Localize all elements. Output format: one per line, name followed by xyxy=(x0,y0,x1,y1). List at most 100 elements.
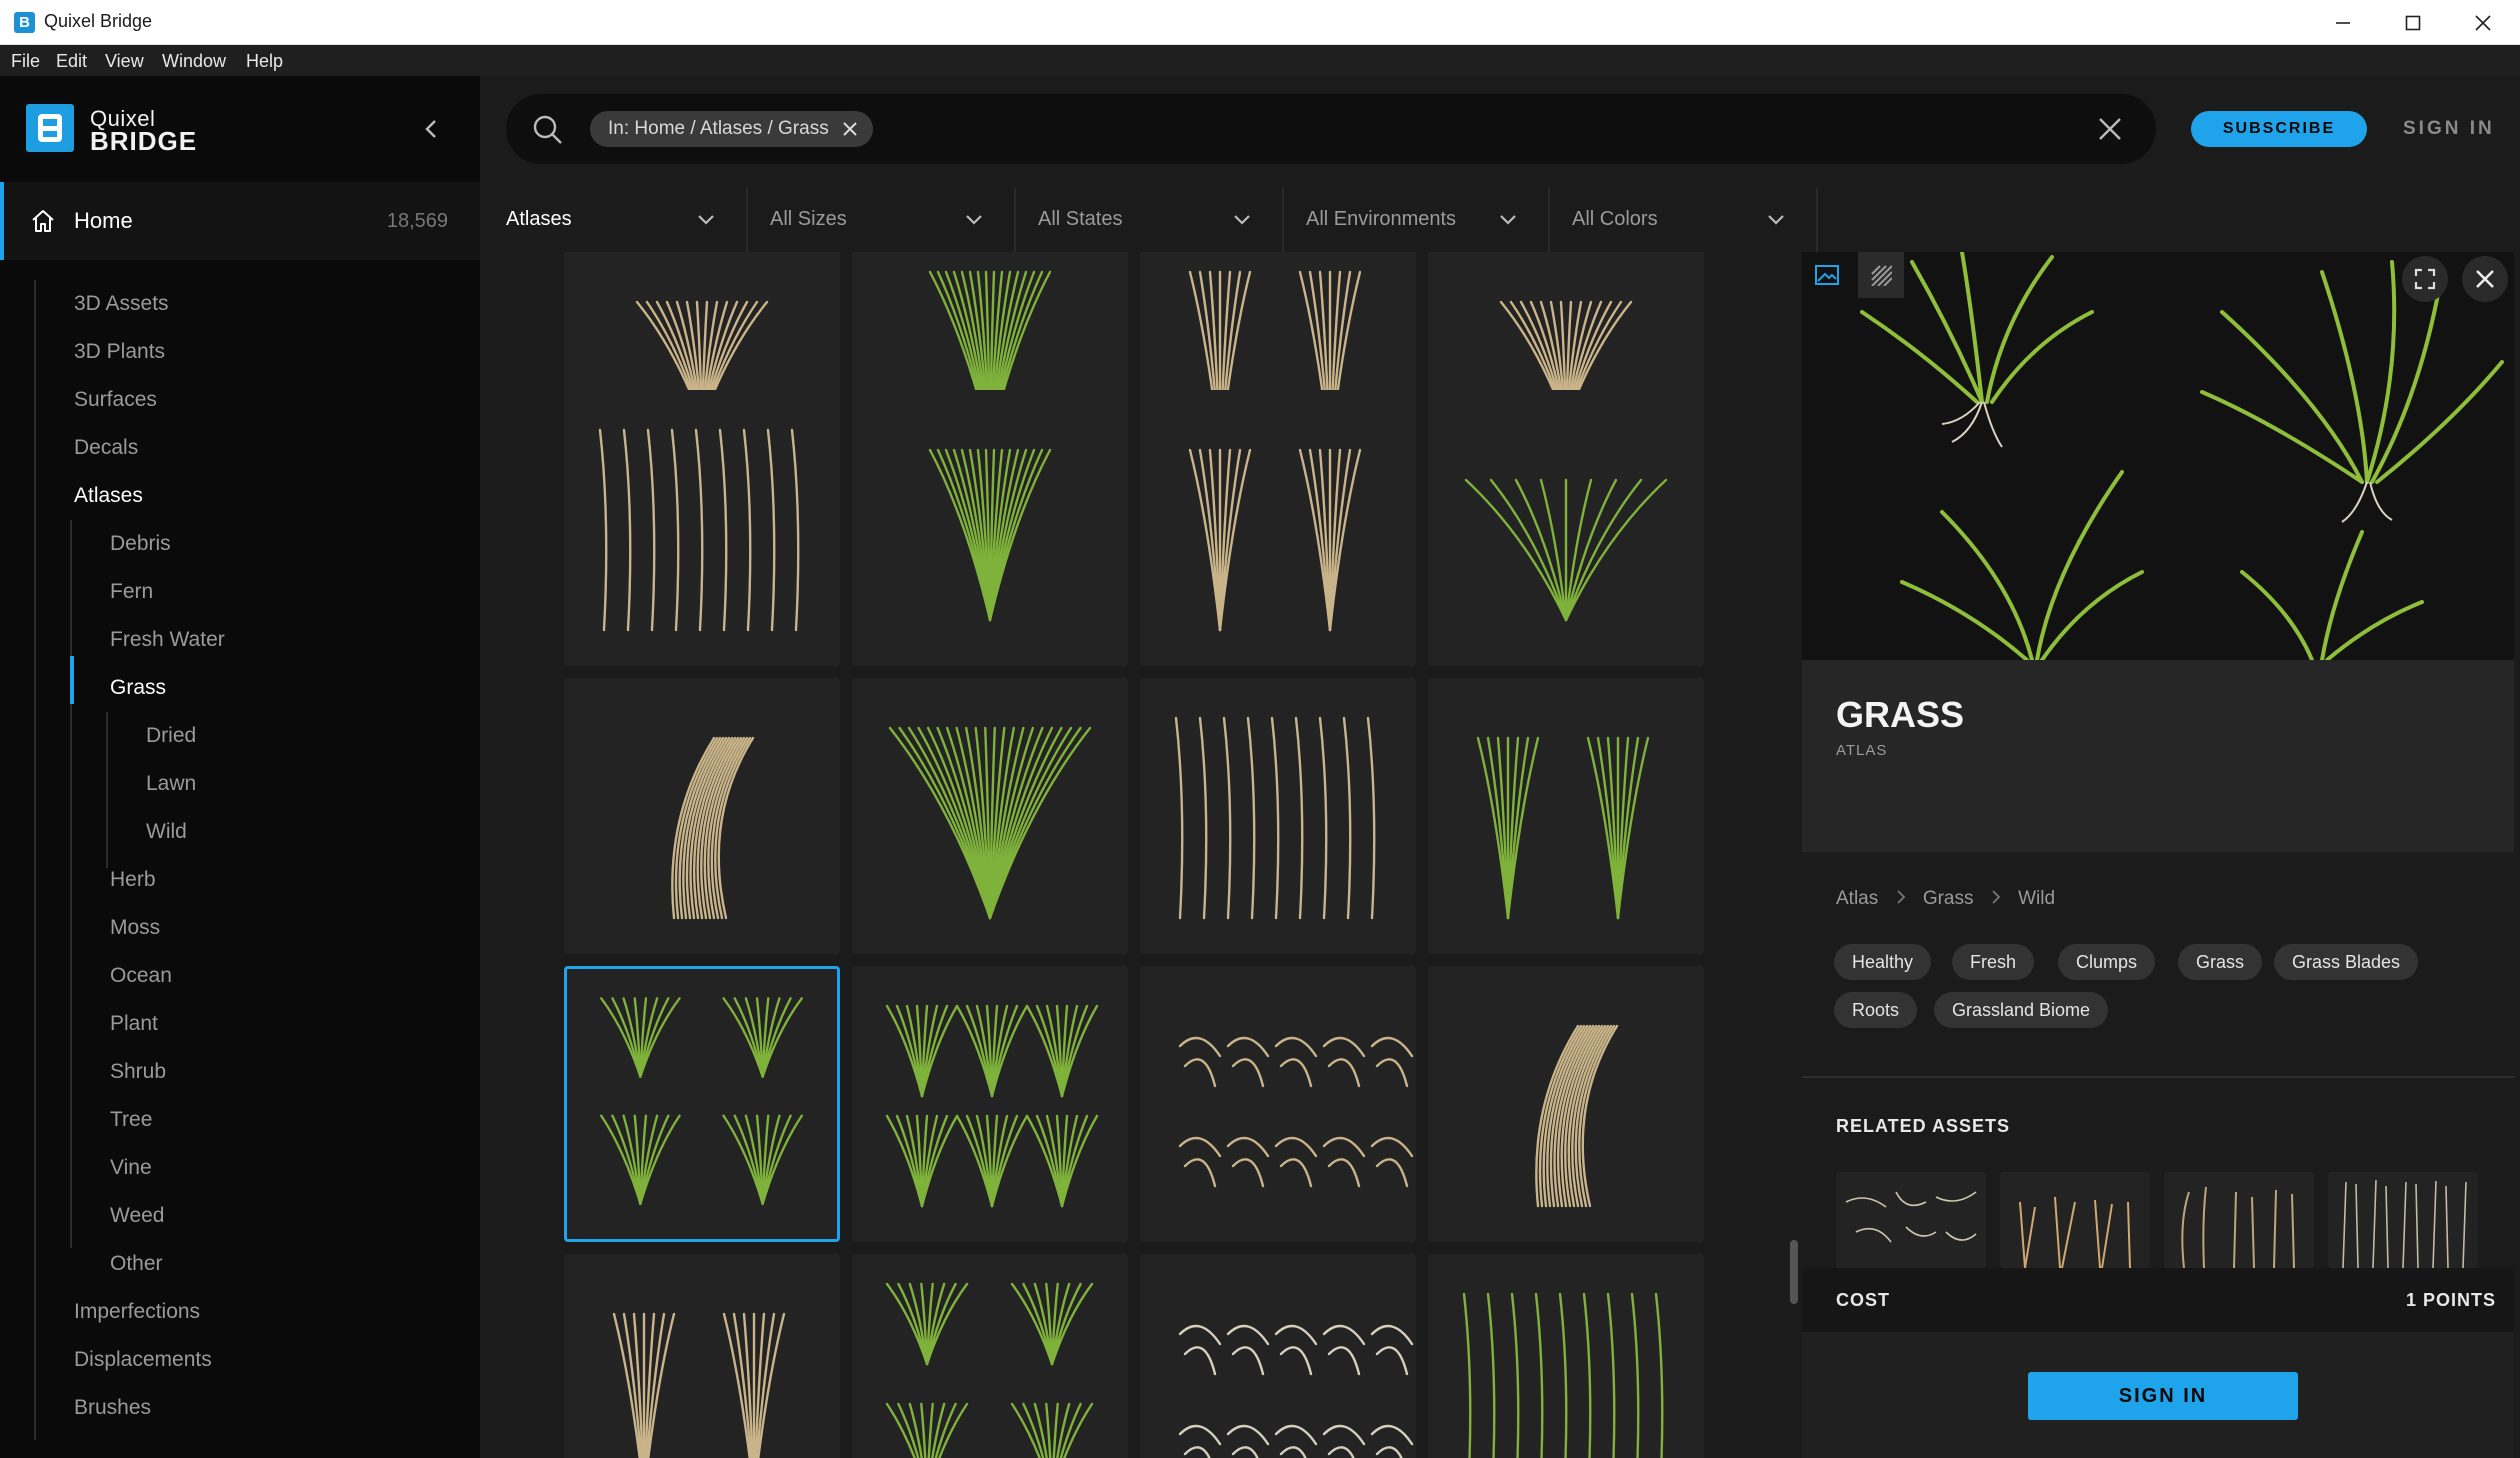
asset-tile[interactable] xyxy=(1140,678,1416,954)
filter-type-dropdown[interactable]: Atlases xyxy=(484,188,748,252)
sidebar-item-weed[interactable]: Weed xyxy=(110,1204,164,1228)
sidebar-item-home[interactable]: Home 18,569 xyxy=(0,182,480,260)
related-assets-header: RELATED ASSETS xyxy=(1836,1116,2011,1136)
asset-tile[interactable] xyxy=(564,1254,840,1458)
sidebar-item-other[interactable]: Other xyxy=(110,1252,163,1276)
window-title: Quixel Bridge xyxy=(44,11,153,31)
asset-tile[interactable] xyxy=(852,390,1128,666)
tag-chip[interactable]: Healthy xyxy=(1834,944,1932,980)
related-asset-thumbnail[interactable] xyxy=(2328,1172,2478,1268)
sign-in-button[interactable]: SIGN IN xyxy=(2028,1372,2298,1420)
menu-view[interactable]: View xyxy=(105,51,144,72)
asset-tile[interactable] xyxy=(1428,678,1704,954)
sidebar-item-brushes[interactable]: Brushes xyxy=(74,1396,151,1420)
sidebar-item-tree[interactable]: Tree xyxy=(110,1108,152,1132)
filter-environment-dropdown[interactable]: All Environments xyxy=(1284,188,1550,252)
sidebar-item-herb[interactable]: Herb xyxy=(110,868,156,892)
sidebar-item-imperfections[interactable]: Imperfections xyxy=(74,1300,200,1324)
breadcrumb-item[interactable]: Wild xyxy=(2018,888,2055,910)
collapse-sidebar-button[interactable] xyxy=(416,114,446,144)
subscribe-button[interactable]: SUBSCRIBE xyxy=(2191,111,2367,147)
texture-view-toggle[interactable] xyxy=(1858,252,1904,298)
image-icon xyxy=(1815,265,1839,285)
asset-tile[interactable] xyxy=(564,390,840,666)
tree-line-level1 xyxy=(34,280,36,1440)
clear-search-icon[interactable] xyxy=(2096,115,2124,143)
sidebar-item-ocean[interactable]: Ocean xyxy=(110,964,172,988)
filter-bar: Atlases All Sizes All States All Environ… xyxy=(484,188,1820,252)
sidebar-item-vine[interactable]: Vine xyxy=(110,1156,152,1180)
close-window-button[interactable] xyxy=(2448,0,2518,45)
asset-title: GRASS xyxy=(1836,694,1965,735)
filter-size-label: All Sizes xyxy=(770,208,847,230)
bridge-logo-icon xyxy=(26,104,74,152)
tag-chip[interactable]: Clumps xyxy=(2058,944,2156,980)
window-titlebar: B Quixel Bridge xyxy=(0,0,2520,45)
asset-tile[interactable] xyxy=(852,966,1128,1242)
home-icon xyxy=(32,210,54,232)
fullscreen-button[interactable] xyxy=(2402,256,2448,302)
sidebar-item-plant[interactable]: Plant xyxy=(110,1012,158,1036)
tag-chip[interactable]: Grassland Biome xyxy=(1934,992,2109,1028)
sidebar-item-3d-plants[interactable]: 3D Plants xyxy=(74,340,165,364)
fullscreen-icon xyxy=(2414,268,2436,290)
sidebar-item-shrub[interactable]: Shrub xyxy=(110,1060,166,1084)
sidebar-item-grass[interactable]: Grass xyxy=(110,676,166,700)
asset-preview-image xyxy=(1802,252,2514,660)
sidebar-item-fresh-water[interactable]: Fresh Water xyxy=(110,628,225,652)
asset-tile[interactable] xyxy=(564,678,840,954)
sidebar-item-fern[interactable]: Fern xyxy=(110,580,153,604)
search-bar[interactable]: In: Home / Atlases / Grass xyxy=(506,94,2156,164)
asset-tile[interactable] xyxy=(852,678,1128,954)
search-filter-chip[interactable]: In: Home / Atlases / Grass xyxy=(590,111,873,147)
asset-tile[interactable] xyxy=(852,1254,1128,1458)
grid-scrollbar[interactable] xyxy=(1790,1240,1798,1304)
sidebar-item-displacements[interactable]: Displacements xyxy=(74,1348,212,1372)
sidebar-item-atlases[interactable]: Atlases xyxy=(74,484,143,508)
related-asset-thumbnail[interactable] xyxy=(2000,1172,2150,1268)
sign-in-link[interactable]: SIGN IN xyxy=(2403,118,2495,140)
asset-tile[interactable] xyxy=(1140,966,1416,1242)
menu-window[interactable]: Window xyxy=(162,51,226,72)
hatch-pattern-icon xyxy=(1871,265,1892,286)
sidebar-item-debris[interactable]: Debris xyxy=(110,532,171,556)
asset-tile[interactable] xyxy=(1428,1254,1704,1458)
chevron-down-icon xyxy=(966,215,982,225)
tag-chip[interactable]: Roots xyxy=(1834,992,1918,1028)
sidebar-item-dried[interactable]: Dried xyxy=(146,724,196,748)
sidebar-item-decals[interactable]: Decals xyxy=(74,436,138,460)
sidebar-item-3d-assets[interactable]: 3D Assets xyxy=(74,292,169,316)
sidebar-item-moss[interactable]: Moss xyxy=(110,916,160,940)
asset-tile[interactable] xyxy=(1428,966,1704,1242)
menu-file[interactable]: File xyxy=(11,51,40,72)
tag-chip[interactable]: Grass Blades xyxy=(2274,944,2419,980)
related-asset-thumbnail[interactable] xyxy=(2164,1172,2314,1268)
close-icon xyxy=(2476,270,2494,288)
remove-filter-icon[interactable] xyxy=(841,120,859,138)
minimize-button[interactable] xyxy=(2308,0,2378,45)
menu-edit[interactable]: Edit xyxy=(56,51,87,72)
asset-tile-selected[interactable] xyxy=(564,966,840,1242)
close-detail-button[interactable] xyxy=(2462,256,2508,302)
asset-tile[interactable] xyxy=(1140,390,1416,666)
filter-state-dropdown[interactable]: All States xyxy=(1016,188,1284,252)
sidebar-item-surfaces[interactable]: Surfaces xyxy=(74,388,157,412)
chevron-down-icon xyxy=(1500,215,1516,225)
sidebar-item-lawn[interactable]: Lawn xyxy=(146,772,196,796)
related-asset-thumbnail[interactable] xyxy=(1836,1172,1986,1268)
minimize-icon xyxy=(2336,21,2350,24)
asset-tile[interactable] xyxy=(1140,1254,1416,1458)
breadcrumb-item[interactable]: Atlas xyxy=(1836,888,1878,910)
filter-color-dropdown[interactable]: All Colors xyxy=(1550,188,1818,252)
search-icon xyxy=(533,115,562,144)
tag-chip[interactable]: Fresh xyxy=(1952,944,2035,980)
image-view-toggle[interactable] xyxy=(1804,252,1850,298)
asset-tile[interactable] xyxy=(1428,390,1704,666)
tag-chip[interactable]: Grass xyxy=(2178,944,2263,980)
menu-help[interactable]: Help xyxy=(246,51,283,72)
filter-size-dropdown[interactable]: All Sizes xyxy=(748,188,1016,252)
sidebar-item-wild[interactable]: Wild xyxy=(146,820,187,844)
breadcrumb-item[interactable]: Grass xyxy=(1923,888,1974,910)
brand-name-bottom: BRIDGE xyxy=(90,126,198,156)
maximize-button[interactable] xyxy=(2378,0,2448,45)
